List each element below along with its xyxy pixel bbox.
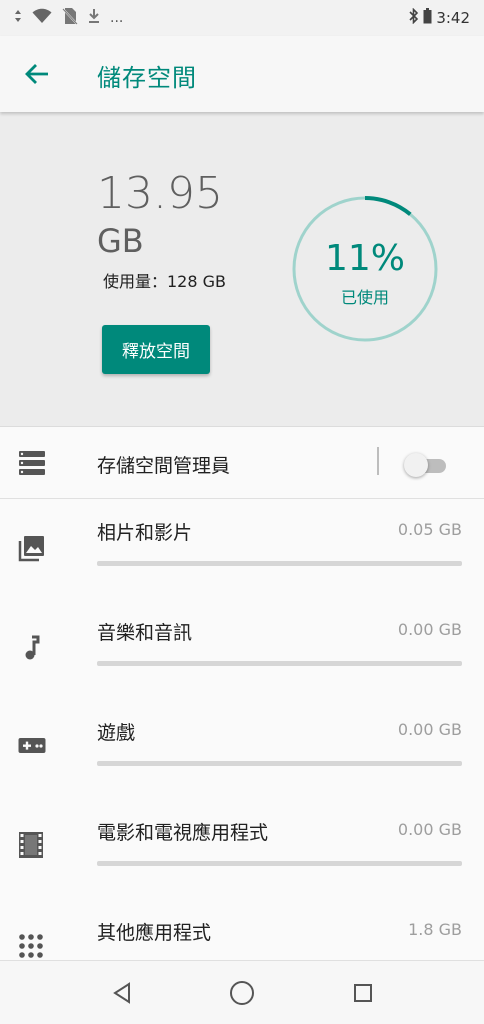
category-row-movies[interactable]: 電影和電視應用程式 0.00 GB bbox=[0, 800, 484, 899]
music-note-icon bbox=[18, 634, 46, 666]
category-size: 1.8 GB bbox=[408, 920, 462, 939]
category-size: 0.00 GB bbox=[397, 820, 462, 839]
storage-list-icon bbox=[18, 450, 46, 480]
nav-recents-button[interactable] bbox=[349, 979, 377, 1007]
overflow-dots: ... bbox=[110, 10, 124, 26]
category-usage-bar bbox=[97, 861, 462, 866]
category-label: 遊戲 bbox=[97, 722, 136, 744]
category-row-other-apps[interactable]: 其他應用程式 1.8 GB bbox=[0, 900, 484, 960]
film-icon bbox=[18, 831, 44, 863]
status-bar: ... 3:42 bbox=[0, 0, 484, 36]
free-up-space-button[interactable]: 釋放空間 bbox=[102, 325, 210, 374]
storage-summary: 13.95 GB 使用量：128 GB 釋放空間 11% 已使用 bbox=[0, 112, 484, 427]
page-title: 儲存空間 bbox=[97, 64, 197, 92]
category-label: 電影和電視應用程式 bbox=[97, 822, 269, 844]
app-bar: 儲存空間 bbox=[0, 36, 484, 112]
storage-manager-label: 存儲空間管理員 bbox=[97, 455, 231, 477]
download-icon bbox=[88, 8, 100, 28]
category-label: 其他應用程式 bbox=[97, 922, 212, 944]
system-nav-bar bbox=[0, 960, 484, 1024]
nav-recents-icon bbox=[354, 984, 372, 1002]
usage-ring: 11% 已使用 bbox=[290, 194, 440, 344]
usage-percent-label: 已使用 bbox=[340, 288, 389, 307]
category-row-photos[interactable]: 相片和影片 0.05 GB bbox=[0, 500, 484, 599]
vertical-divider bbox=[377, 447, 379, 475]
category-size: 0.05 GB bbox=[397, 520, 462, 539]
category-usage-bar bbox=[97, 661, 462, 666]
status-left-icons: ... bbox=[14, 7, 123, 29]
toggle-thumb bbox=[404, 453, 428, 477]
used-storage-value: 13.95 bbox=[97, 168, 223, 219]
used-storage-unit: GB bbox=[97, 222, 144, 260]
wifi-icon bbox=[32, 8, 52, 28]
apps-grid-icon bbox=[18, 933, 44, 960]
total-storage-text: 使用量：128 GB bbox=[103, 272, 227, 291]
category-size: 0.00 GB bbox=[397, 620, 462, 639]
photo-icon bbox=[18, 534, 46, 566]
nav-home-button[interactable] bbox=[228, 979, 256, 1007]
battery-icon bbox=[423, 8, 432, 28]
category-size: 0.00 GB bbox=[397, 720, 462, 739]
category-usage-bar bbox=[97, 561, 462, 566]
storage-manager-toggle[interactable] bbox=[404, 453, 448, 477]
category-label: 音樂和音訊 bbox=[97, 622, 193, 644]
bluetooth-icon bbox=[409, 7, 419, 28]
gamepad-icon bbox=[18, 736, 46, 760]
usage-percent: 11% bbox=[324, 238, 405, 279]
category-label: 相片和影片 bbox=[97, 522, 193, 544]
storage-manager-row[interactable]: 存儲空間管理員 bbox=[0, 427, 484, 499]
category-row-games[interactable]: 遊戲 0.00 GB bbox=[0, 700, 484, 799]
back-button[interactable] bbox=[22, 60, 52, 88]
data-arrows-icon bbox=[14, 9, 22, 27]
status-right-icons: 3:42 bbox=[409, 7, 470, 28]
nav-back-button[interactable] bbox=[108, 979, 136, 1007]
clock: 3:42 bbox=[436, 9, 470, 27]
category-usage-bar bbox=[97, 761, 462, 766]
nav-home-icon bbox=[230, 981, 254, 1005]
arrow-back-icon bbox=[25, 64, 48, 84]
nav-back-icon bbox=[113, 982, 130, 1004]
no-sim-icon bbox=[62, 7, 78, 29]
category-row-audio[interactable]: 音樂和音訊 0.00 GB bbox=[0, 600, 484, 699]
